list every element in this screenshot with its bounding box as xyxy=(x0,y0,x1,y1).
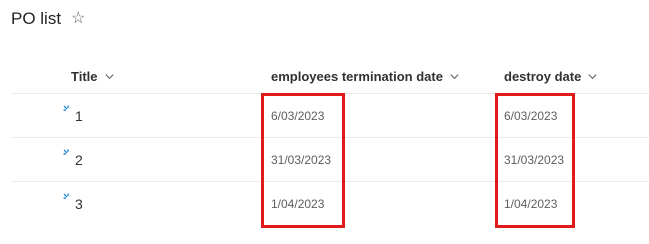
column-header-row: Title employees termination date destroy… xyxy=(11,59,649,93)
column-header-destroy-date[interactable]: destroy date xyxy=(504,59,598,93)
new-item-sparkle-icon xyxy=(63,193,69,199)
column-header-title-label: Title xyxy=(71,68,98,84)
chevron-down-icon xyxy=(450,73,459,79)
new-item-sparkle-icon xyxy=(63,149,69,155)
termination-date-cell: 6/03/2023 xyxy=(271,109,325,123)
page-title: PO list xyxy=(11,9,62,28)
row-title[interactable]: 3 xyxy=(75,196,83,212)
destroy-date-cell: 31/03/2023 xyxy=(504,153,565,167)
table-row[interactable]: 3 1/04/2023 1/04/2023 xyxy=(11,181,649,226)
row-title-cell[interactable]: 1 xyxy=(63,94,83,138)
row-title[interactable]: 1 xyxy=(75,108,83,124)
chevron-down-icon xyxy=(588,73,597,79)
destroy-date-cell: 1/04/2023 xyxy=(504,197,558,211)
termination-date-cell: 1/04/2023 xyxy=(271,197,325,211)
row-title-cell[interactable]: 2 xyxy=(63,138,83,182)
destroy-date-cell: 6/03/2023 xyxy=(504,109,558,123)
column-header-title[interactable]: Title xyxy=(71,59,115,93)
list-header: PO list ☆ xyxy=(11,7,85,31)
new-item-sparkle-icon xyxy=(63,105,69,111)
column-header-termination-label: employees termination date xyxy=(271,68,443,84)
row-title[interactable]: 2 xyxy=(75,152,83,168)
column-header-termination-date[interactable]: employees termination date xyxy=(271,59,460,93)
chevron-down-icon xyxy=(104,73,114,79)
star-icon[interactable]: ☆ xyxy=(71,11,85,27)
termination-date-cell: 31/03/2023 xyxy=(271,153,332,167)
table-row[interactable]: 1 6/03/2023 6/03/2023 xyxy=(11,93,649,138)
table-row[interactable]: 2 31/03/2023 31/03/2023 xyxy=(11,137,649,182)
column-header-destroy-label: destroy date xyxy=(504,68,582,84)
row-title-cell[interactable]: 3 xyxy=(63,182,83,226)
